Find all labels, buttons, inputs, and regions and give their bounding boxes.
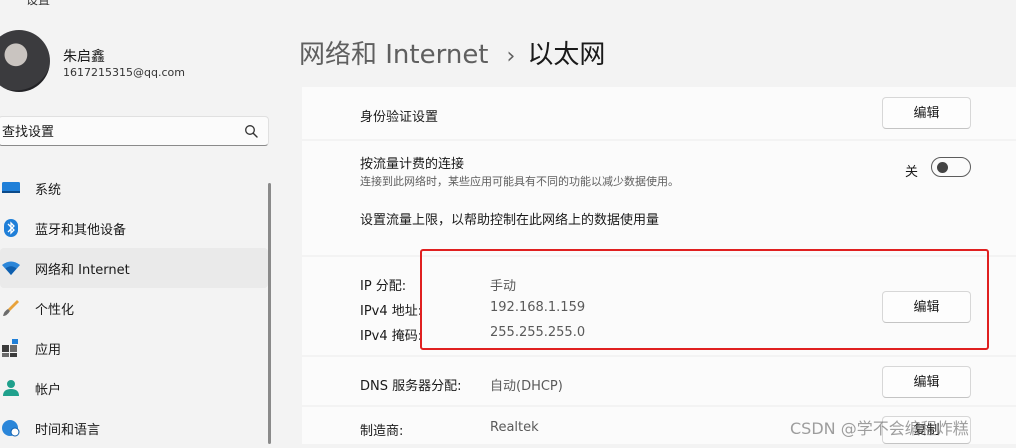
sidebar-item-system[interactable]: 系统	[0, 168, 268, 208]
page-title: 以太网	[527, 40, 606, 70]
apps-icon	[2, 339, 18, 357]
sidebar-item-label: 网络和 Internet	[35, 262, 130, 278]
dns-assignment-value: 自动(DHCP)	[490, 379, 563, 394]
auth-edit-button[interactable]: 编辑	[882, 97, 971, 129]
brush-icon	[3, 300, 19, 316]
avatar[interactable]	[0, 30, 50, 92]
sidebar-item-label: 时间和语言	[35, 422, 101, 438]
sidebar-item-label: 帐户	[35, 382, 62, 398]
breadcrumb: 网络和 Internet › 以太网	[299, 34, 605, 71]
sidebar-scrollbar[interactable]	[268, 183, 271, 444]
sidebar-item-label: 个性化	[35, 302, 75, 318]
metered-connection-label: 按流量计费的连接	[360, 157, 465, 172]
metered-toggle-state: 关	[905, 165, 919, 180]
auth-settings-label: 身份验证设置	[360, 110, 439, 125]
sidebar-item-time-language[interactable]: 时间和语言	[0, 408, 268, 448]
ipv4-mask-label: IPv4 掩码:	[360, 329, 423, 344]
sidebar-item-label: 蓝牙和其他设备	[35, 222, 127, 238]
system-icon	[2, 182, 20, 193]
search-icon[interactable]	[244, 124, 258, 138]
watermark: CSDN @学不会编程炸糕	[790, 419, 969, 438]
manufacturer-label: 制造商:	[360, 424, 404, 439]
ipv4-address-label: IPv4 地址:	[360, 304, 423, 319]
sidebar-item-accounts[interactable]: 帐户	[0, 368, 268, 408]
chevron-right-icon: ›	[506, 44, 516, 69]
user-name: 朱启鑫	[63, 49, 105, 65]
search-input[interactable]	[2, 123, 222, 138]
app-title: 设置	[26, 0, 51, 7]
sidebar-item-label: 系统	[35, 182, 62, 198]
search-box[interactable]	[0, 116, 269, 146]
user-email: 1617215315@qq.com	[63, 66, 185, 79]
sidebar-item-label: 应用	[35, 342, 62, 358]
ip-assignment-label: IP 分配:	[360, 279, 407, 294]
sidebar-nav: 系统 蓝牙和其他设备 网络和 Internet 个性化 应用 帐户 时间和语言	[0, 168, 268, 448]
highlight-box	[420, 249, 989, 350]
sidebar-item-apps[interactable]: 应用	[0, 328, 268, 368]
toggle-knob	[937, 162, 948, 173]
metered-connection-description: 连接到此网络时，某些应用可能具有不同的功能以减少数据使用。	[360, 175, 679, 188]
sidebar-item-bluetooth[interactable]: 蓝牙和其他设备	[0, 208, 268, 248]
metered-toggle[interactable]	[931, 157, 971, 177]
breadcrumb-parent[interactable]: 网络和 Internet	[299, 40, 489, 70]
sidebar-item-personalization[interactable]: 个性化	[0, 288, 268, 328]
data-limit-link[interactable]: 设置流量上限，以帮助控制在此网络上的数据使用量	[360, 209, 659, 228]
dns-edit-button[interactable]: 编辑	[882, 366, 971, 398]
sidebar-item-network[interactable]: 网络和 Internet	[0, 248, 268, 288]
globe-clock-icon	[2, 420, 20, 437]
dns-assignment-label: DNS 服务器分配:	[360, 379, 462, 394]
wifi-icon	[2, 261, 20, 275]
bluetooth-icon	[4, 219, 18, 237]
manufacturer-value: Realtek	[490, 420, 539, 435]
account-icon	[3, 380, 19, 396]
